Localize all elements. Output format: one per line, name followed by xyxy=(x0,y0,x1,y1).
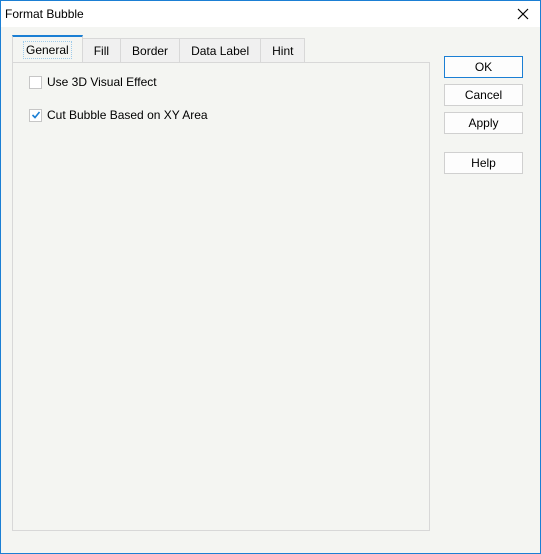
cut-bubble-xy-area-checkbox[interactable]: Cut Bubble Based on XY Area xyxy=(29,108,208,122)
tab-label: Border xyxy=(132,43,169,58)
checkmark-icon xyxy=(31,111,40,119)
ok-button[interactable]: OK xyxy=(444,56,523,78)
close-button[interactable] xyxy=(506,1,540,27)
apply-button[interactable]: Apply xyxy=(444,112,523,134)
checkbox-box[interactable] xyxy=(29,108,42,122)
tab-label: General xyxy=(23,40,72,59)
checkbox-label: Use 3D Visual Effect xyxy=(47,75,157,89)
checkbox-label: Cut Bubble Based on XY Area xyxy=(47,108,208,122)
tab-label: Fill xyxy=(93,43,110,58)
tab-fill[interactable]: Fill xyxy=(81,38,122,62)
tab-label: Hint xyxy=(272,43,294,58)
tab-border[interactable]: Border xyxy=(120,38,181,62)
tab-data-label[interactable]: Data Label xyxy=(179,38,262,62)
tab-bar: General Fill Border Data Label Hint xyxy=(12,35,306,62)
close-icon xyxy=(517,8,529,20)
title-bar: Format Bubble xyxy=(1,1,540,27)
tab-label: Data Label xyxy=(191,43,250,58)
tab-general[interactable]: General xyxy=(12,35,83,62)
checkbox-box[interactable] xyxy=(29,75,42,89)
dialog-title: Format Bubble xyxy=(5,7,84,21)
use-3d-visual-effect-checkbox[interactable]: Use 3D Visual Effect xyxy=(29,75,157,89)
tab-hint[interactable]: Hint xyxy=(260,38,306,62)
help-button[interactable]: Help xyxy=(444,152,523,174)
cancel-button[interactable]: Cancel xyxy=(444,84,523,106)
general-panel: Use 3D Visual Effect Cut Bubble Based on… xyxy=(12,62,430,531)
format-bubble-dialog: Format Bubble General Fill Border Data L… xyxy=(0,0,541,554)
